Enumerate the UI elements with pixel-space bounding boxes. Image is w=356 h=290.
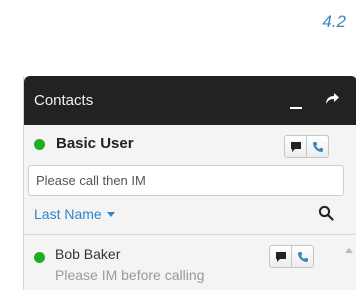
panel-header: Contacts <box>24 76 356 125</box>
phone-icon <box>312 141 323 152</box>
chat-icon <box>275 251 286 262</box>
contact-status-note: Please IM before calling <box>55 267 205 283</box>
phone-icon <box>297 251 308 262</box>
sort-by-label: Last Name <box>34 206 102 222</box>
panel-title: Contacts <box>34 92 94 109</box>
chat-button[interactable] <box>270 246 291 267</box>
current-user-name: Basic User <box>56 135 134 152</box>
call-button[interactable] <box>306 136 328 157</box>
current-user-row: Basic User <box>24 125 356 162</box>
popout-arrow-icon[interactable] <box>323 90 341 108</box>
chat-icon <box>290 141 301 152</box>
sort-by-dropdown[interactable]: Last Name <box>34 206 115 222</box>
scroll-up-arrow-icon[interactable] <box>345 240 353 253</box>
presence-available-icon[interactable] <box>34 139 45 150</box>
version-label: 4.2 <box>322 12 346 31</box>
call-button[interactable] <box>291 246 313 267</box>
presence-available-icon <box>34 252 45 263</box>
minimize-icon[interactable] <box>289 92 305 110</box>
search-icon[interactable] <box>318 205 334 221</box>
status-message-input[interactable] <box>28 165 344 196</box>
chat-button[interactable] <box>285 136 306 157</box>
contact-list-item[interactable]: Bob Baker Please IM before calling <box>24 235 344 290</box>
contact-actions <box>269 245 314 268</box>
caret-down-icon <box>106 211 115 217</box>
current-user-actions <box>284 135 329 158</box>
contact-name: Bob Baker <box>55 246 121 262</box>
contacts-panel: Contacts Basic User Please call then IM … <box>23 76 356 290</box>
